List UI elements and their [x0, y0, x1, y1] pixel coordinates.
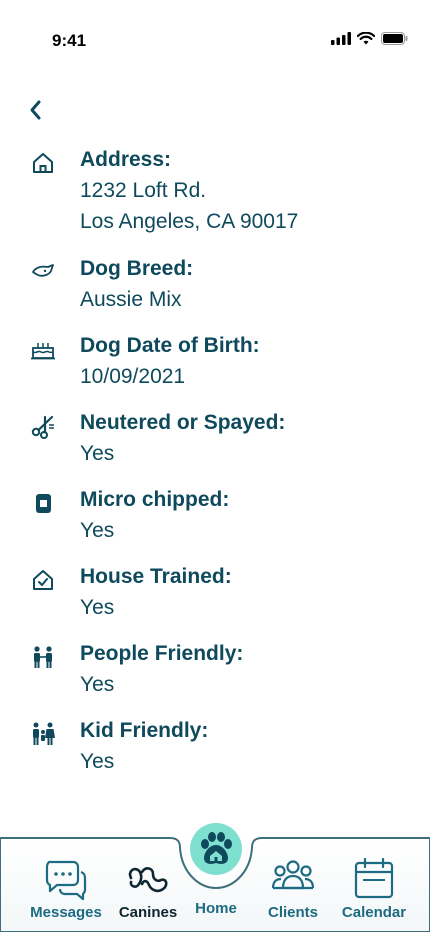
cake-icon [31, 343, 55, 360]
tab-messages[interactable]: Messages [25, 856, 107, 921]
kid-friendly-value: Yes [80, 750, 115, 773]
users-icon [271, 860, 315, 890]
neutered-label: Neutered or Spayed: [80, 411, 286, 434]
people-icon [34, 646, 52, 668]
field-microchipped: Micro chipped: Yes [30, 488, 410, 548]
field-address: Address: 1232 Loft Rd. Los Angeles, CA 9… [30, 148, 410, 243]
battery-icon [381, 32, 408, 45]
tab-messages-label: Messages [30, 904, 102, 921]
dog-bones-icon [128, 867, 168, 893]
dog-dob-value: 10/09/2021 [80, 365, 186, 388]
house-trained-label: House Trained: [80, 565, 232, 588]
field-neutered: Neutered or Spayed: Yes [30, 411, 410, 471]
house-icon [33, 153, 53, 173]
field-kid-friendly: Kid Friendly: Yes [30, 719, 410, 779]
house-trained-value: Yes [80, 596, 115, 619]
address-label: Address: [80, 148, 172, 171]
dog-breed-label: Dog Breed: [80, 257, 194, 280]
address-line-2: Los Angeles, CA 90017 [80, 210, 299, 233]
field-people-friendly: People Friendly: Yes [30, 642, 410, 702]
status-icons [331, 32, 408, 45]
address-line-1: 1232 Loft Rd. [80, 179, 207, 202]
dog-head-icon [32, 264, 54, 277]
calendar-icon [354, 857, 394, 899]
field-dog-breed: Dog Breed: Aussie Mix [30, 257, 410, 317]
tab-clients-label: Clients [267, 904, 318, 921]
people-friendly-value: Yes [80, 673, 115, 696]
field-house-trained: House Trained: Yes [30, 565, 410, 625]
tab-clients[interactable]: Clients [252, 856, 334, 921]
back-button[interactable] [24, 96, 48, 124]
tab-home-label: Home [195, 900, 237, 917]
tab-calendar[interactable]: Calendar [333, 856, 415, 921]
microchipped-value: Yes [80, 519, 115, 542]
neutered-value: Yes [80, 442, 115, 465]
home-fab[interactable] [190, 823, 242, 875]
house-check-icon [33, 570, 53, 590]
tab-calendar-label: Calendar [341, 904, 407, 921]
paw-house-icon [201, 832, 232, 864]
people-friendly-label: People Friendly: [80, 642, 244, 665]
chevron-left-icon [30, 100, 41, 120]
signal-icon [331, 32, 351, 45]
chip-icon [36, 494, 51, 513]
scissors-icon [31, 415, 54, 439]
dog-dob-label: Dog Date of Birth: [80, 334, 260, 357]
family-icon [33, 722, 55, 745]
microchipped-label: Micro chipped: [80, 488, 230, 511]
status-bar: 9:41 [0, 0, 430, 80]
tab-home[interactable]: Home [175, 898, 257, 917]
wifi-icon [357, 32, 375, 45]
dog-breed-value: Aussie Mix [80, 288, 182, 311]
field-dog-dob: Dog Date of Birth: 10/09/2021 [30, 334, 410, 394]
status-time: 9:41 [52, 31, 87, 50]
chat-bubbles-icon [45, 860, 87, 901]
kid-friendly-label: Kid Friendly: [80, 719, 209, 742]
